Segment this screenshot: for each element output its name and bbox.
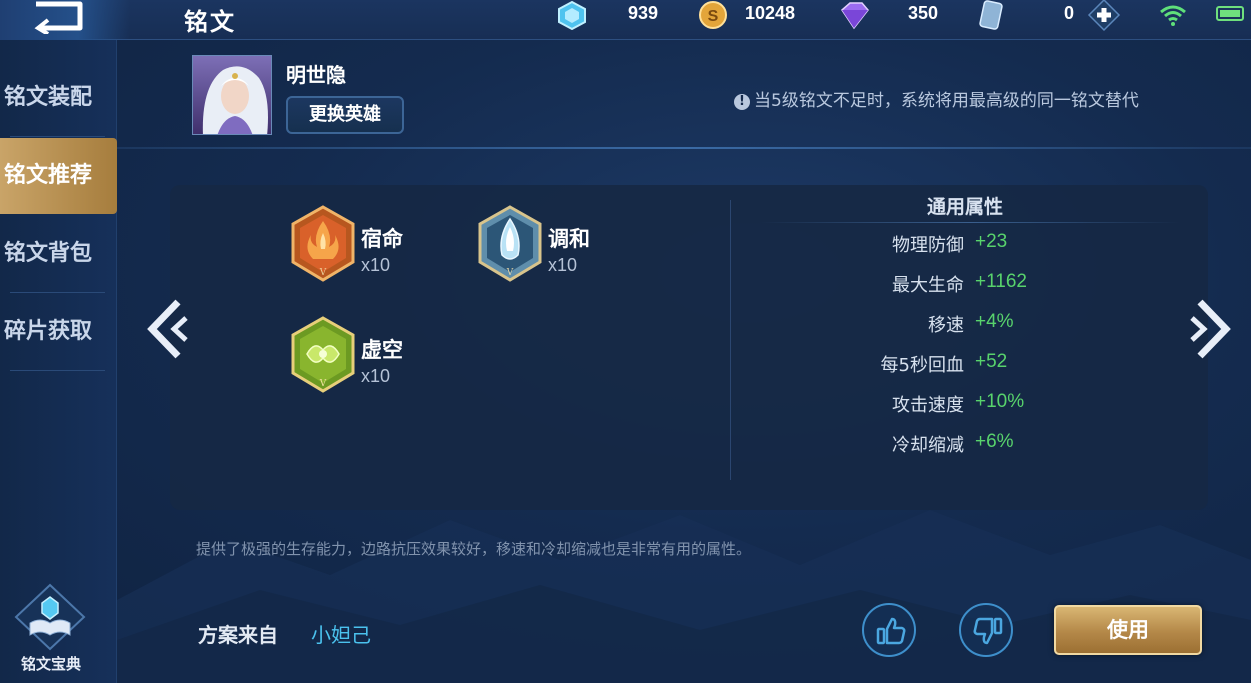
diamond-icon	[558, 0, 586, 30]
card-icon	[979, 0, 1003, 30]
next-arrow-icon[interactable]	[1190, 298, 1234, 360]
attribute-label: 攻击速度	[892, 395, 964, 416]
rune-count: x10	[361, 255, 391, 275]
diamond-currency[interactable]: 939	[556, 0, 666, 30]
back-button[interactable]	[0, 0, 130, 40]
like-button[interactable]	[862, 603, 916, 657]
rune-name: 宿命	[361, 227, 403, 251]
sidebar-item-recommend[interactable]: 铭文推荐	[0, 138, 117, 214]
sidebar-divider	[10, 136, 105, 137]
sidebar-item-fragments[interactable]: 碎片获取	[0, 294, 117, 370]
attribute-label: 移速	[928, 315, 964, 336]
notice: ! 当5级铭文不足时，系统将用最高级的同一铭文替代	[734, 86, 1139, 111]
panel-divider	[730, 200, 731, 480]
sidebar-divider	[10, 292, 105, 293]
rune-item[interactable]: V 宿命 x10	[289, 205, 469, 295]
codex-label: 铭文宝典	[20, 655, 81, 673]
card-value: 0	[1064, 3, 1075, 23]
add-icon[interactable]	[1086, 0, 1122, 32]
rune-name: 调和	[548, 227, 590, 251]
change-hero-button[interactable]: 更换英雄	[286, 96, 404, 134]
attribute-value: +52	[975, 351, 1008, 372]
source-author-link[interactable]: 小妲己	[311, 619, 371, 648]
fate-rune-icon: V	[291, 205, 355, 282]
rune-name: 虚空	[361, 338, 403, 362]
sidebar-item-equip[interactable]: 铭文装配	[0, 60, 117, 136]
gold-currency[interactable]: S 10248	[697, 0, 817, 30]
attribute-label: 最大生命	[892, 275, 964, 296]
attributes-title: 通用属性	[926, 196, 1003, 218]
attribute-row: 每5秒回血 +52	[760, 351, 1190, 379]
gold-coin-icon: S	[699, 1, 727, 29]
page-title: 铭文	[184, 8, 236, 36]
svg-text:V: V	[506, 268, 514, 278]
card-currency[interactable]: 0	[976, 0, 1126, 32]
codex-book-icon	[14, 583, 86, 651]
hero-avatar-image	[193, 56, 271, 134]
previous-arrow-icon[interactable]	[144, 298, 188, 360]
notice-text: 当5级铭文不足时，系统将用最高级的同一铭文替代	[754, 91, 1139, 111]
crystal-value: 350	[908, 3, 939, 23]
svg-text:S: S	[708, 8, 719, 25]
back-arrow-icon	[34, 1, 83, 34]
attribute-row: 移速 +4%	[760, 311, 1190, 339]
top-bar: 铭文 939 S 10248 350 0	[0, 0, 1251, 40]
attribute-row: 最大生命 +1162	[760, 271, 1190, 299]
thumbs-down-icon	[973, 617, 1003, 645]
crystal-currency[interactable]: 350	[836, 0, 946, 30]
attribute-value: +10%	[975, 391, 1025, 412]
header-divider	[117, 147, 1251, 149]
thumbs-up-icon	[876, 617, 906, 645]
attribute-label: 物理防御	[892, 235, 964, 256]
hero-name: 明世隐	[286, 63, 346, 87]
svg-text:V: V	[319, 379, 327, 389]
attributes-title-divider	[760, 222, 1180, 223]
attribute-row: 冷却缩减 +6%	[760, 431, 1190, 459]
sidebar-divider	[10, 370, 105, 371]
attribute-value: +6%	[975, 431, 1014, 452]
diamond-value: 939	[628, 3, 659, 23]
scheme-description: 提供了极强的生存能力，边路抗压效果较好，移速和冷却缩减也是非常有用的属性。	[196, 540, 752, 558]
attribute-label: 冷却缩减	[892, 435, 964, 456]
dislike-button[interactable]	[959, 603, 1013, 657]
attribute-value: +23	[975, 231, 1008, 252]
rune-item[interactable]: V 调和 x10	[476, 205, 656, 295]
attribute-label: 每5秒回血	[880, 355, 964, 376]
rune-item[interactable]: V 虚空 x10	[289, 316, 469, 406]
use-button[interactable]: 使用	[1054, 605, 1202, 655]
crystal-icon	[841, 2, 869, 30]
attribute-row: 物理防御 +23	[760, 231, 1190, 259]
sidebar-item-bag[interactable]: 铭文背包	[0, 216, 117, 292]
wifi-icon	[1160, 5, 1186, 26]
harmony-rune-icon: V	[478, 205, 542, 282]
attribute-value: +4%	[975, 311, 1014, 332]
svg-text:V: V	[319, 268, 327, 278]
attribute-row: 攻击速度 +10%	[760, 391, 1190, 419]
battery-icon	[1216, 6, 1244, 21]
codex-button[interactable]: 铭文宝典	[8, 583, 98, 683]
info-icon: !	[734, 94, 750, 110]
rune-count: x10	[548, 255, 578, 275]
rune-count: x10	[361, 366, 391, 386]
attribute-value: +1162	[975, 271, 1027, 292]
gold-value: 10248	[745, 3, 796, 23]
void-rune-icon: V	[291, 316, 355, 393]
hero-portrait	[192, 55, 272, 135]
source-label: 方案来自	[198, 623, 278, 647]
